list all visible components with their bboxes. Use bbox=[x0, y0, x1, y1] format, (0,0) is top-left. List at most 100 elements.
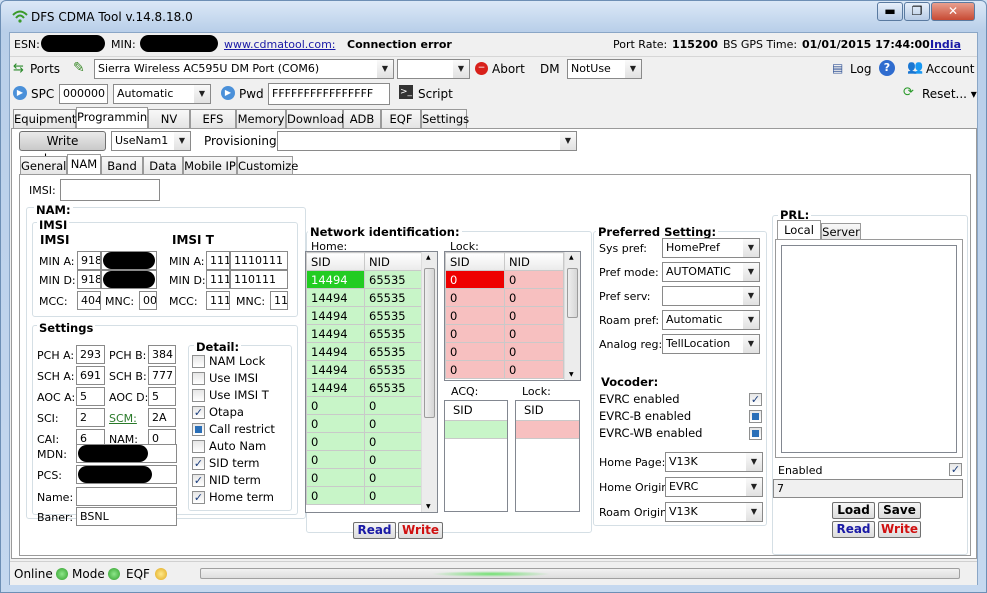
spc-input[interactable]: 000000 bbox=[59, 84, 108, 104]
home-sid-cell[interactable]: 0 bbox=[306, 450, 365, 469]
home-nid-cell[interactable]: 0 bbox=[364, 432, 422, 451]
port2-select[interactable]: ▼ bbox=[397, 59, 470, 79]
tab-prl-server[interactable]: Server bbox=[821, 223, 861, 240]
home-table-row[interactable]: 14494 65535 bbox=[306, 378, 422, 397]
home-nid-cell[interactable]: 0 bbox=[364, 468, 422, 487]
home-sid-cell[interactable]: 0 bbox=[306, 486, 365, 505]
home-table-row[interactable]: 00 bbox=[306, 396, 422, 415]
use-imsi-checkbox[interactable] bbox=[192, 372, 205, 385]
close-button[interactable]: ✕ bbox=[931, 2, 975, 21]
lock-table-row[interactable]: 00 bbox=[445, 306, 564, 325]
home-table-row[interactable]: 00 bbox=[306, 468, 422, 487]
home-nid-cell[interactable]: 65535 bbox=[364, 360, 422, 379]
prl-read-button[interactable]: Read bbox=[832, 521, 875, 538]
home-term-checkbox[interactable]: ✓ bbox=[192, 491, 205, 504]
acq-row[interactable] bbox=[445, 421, 507, 439]
home-sid-cell[interactable]: 0 bbox=[306, 414, 365, 433]
write-changes-button[interactable]: Write changes bbox=[19, 131, 106, 166]
dm-select[interactable]: NotUse ▼ bbox=[567, 59, 642, 79]
provisioning-select[interactable]: ▼ bbox=[277, 131, 577, 151]
home-nid-cell[interactable]: 0 bbox=[364, 450, 422, 469]
home-table-row[interactable]: 00 bbox=[306, 432, 422, 451]
nid-term-checkbox[interactable]: ✓ bbox=[192, 474, 205, 487]
sid-term-checkbox[interactable]: ✓ bbox=[192, 457, 205, 470]
t-min-d-input-2[interactable]: 110111 bbox=[230, 270, 288, 289]
account-button[interactable]: Account bbox=[926, 62, 974, 76]
home-sid-cell[interactable]: 14494 bbox=[306, 288, 365, 307]
lock-sid-cell[interactable]: 0 bbox=[445, 306, 505, 325]
lock-nid-cell[interactable]: 0 bbox=[504, 288, 564, 307]
home-table-row[interactable]: 00 bbox=[306, 486, 422, 505]
lock-nid-cell[interactable]: 0 bbox=[504, 270, 564, 289]
baner-input[interactable]: BSNL bbox=[76, 507, 177, 526]
pch-a-input[interactable]: 293 bbox=[76, 345, 105, 364]
pwd-input[interactable]: FFFFFFFFFFFFFFFF bbox=[268, 83, 390, 105]
pref-serv-select[interactable]: ▼ bbox=[662, 286, 760, 306]
lock-sid-cell[interactable]: 0 bbox=[445, 342, 505, 361]
scroll-down-icon[interactable]: ▼ bbox=[426, 503, 431, 510]
maximize-button[interactable]: ❐ bbox=[904, 2, 930, 21]
lock-table-row[interactable]: 00 bbox=[445, 324, 564, 343]
prl-value-field[interactable]: 7 bbox=[773, 479, 963, 498]
imsi-mcc-input[interactable]: 404 bbox=[77, 291, 101, 310]
home-table-row[interactable]: 14494 65535 bbox=[306, 270, 422, 289]
sch-b-input[interactable]: 777 bbox=[148, 366, 176, 385]
scm-input[interactable]: 2A bbox=[148, 408, 176, 427]
use-imsi-t-checkbox[interactable] bbox=[192, 389, 205, 402]
prl-save-button[interactable]: Save bbox=[878, 502, 921, 519]
home-sid-cell[interactable]: 0 bbox=[306, 432, 365, 451]
home-nid-cell[interactable]: 65535 bbox=[364, 270, 422, 289]
tab-adb[interactable]: ADB bbox=[343, 109, 381, 128]
reset-button[interactable]: Reset... ▾ bbox=[922, 87, 977, 101]
home-nid-cell[interactable]: 0 bbox=[364, 396, 422, 415]
home-scrollbar[interactable]: ▲ ▼ bbox=[421, 252, 437, 512]
network-read-button[interactable]: Read bbox=[353, 522, 396, 539]
subtab-nam[interactable]: NAM bbox=[67, 154, 101, 175]
evrc-b-enabled-checkbox[interactable] bbox=[749, 410, 762, 423]
lock-nid-cell[interactable]: 0 bbox=[504, 360, 564, 379]
roam-origin-select[interactable]: V13K ▼ bbox=[665, 502, 763, 522]
t-mcc-input[interactable]: 111 bbox=[206, 291, 230, 310]
tab-memory[interactable]: Memory bbox=[236, 109, 286, 128]
connect-icon[interactable]: ✎ bbox=[73, 60, 85, 76]
subtab-mobile-ip[interactable]: Mobile IP bbox=[183, 156, 237, 175]
region-link[interactable]: India bbox=[930, 38, 961, 51]
home-nid-cell[interactable]: 65535 bbox=[364, 306, 422, 325]
home-table-row[interactable]: 14494 65535 bbox=[306, 360, 422, 379]
tab-prl-local[interactable]: Local bbox=[777, 220, 821, 241]
lock-table-row[interactable]: 00 bbox=[445, 342, 564, 361]
help-icon[interactable]: ? bbox=[879, 60, 895, 76]
home-nid-cell[interactable]: 0 bbox=[364, 486, 422, 505]
lock-nid-cell[interactable]: 0 bbox=[504, 306, 564, 325]
home-table-row[interactable]: 00 bbox=[306, 414, 422, 433]
home-nid-cell[interactable]: 65535 bbox=[364, 324, 422, 343]
nam-select[interactable]: UseNam1 ▼ bbox=[111, 131, 191, 151]
home-origin-select[interactable]: EVRC ▼ bbox=[665, 477, 763, 497]
port-select[interactable]: Sierra Wireless AC595U DM Port (COM6) ▼ bbox=[94, 59, 394, 79]
tab-equipment[interactable]: Equipment bbox=[13, 109, 76, 128]
home-table-row[interactable]: 00 bbox=[306, 450, 422, 469]
tab-eqf[interactable]: EQF bbox=[381, 109, 421, 128]
lock-sid-cell[interactable]: 0 bbox=[445, 324, 505, 343]
prl-load-button[interactable]: Load bbox=[832, 502, 875, 519]
t-mnc-input[interactable]: 11 bbox=[270, 291, 288, 310]
home-nid-cell[interactable]: 65535 bbox=[364, 378, 422, 397]
subtab-customize[interactable]: Customize bbox=[237, 156, 298, 175]
lock-scroll-thumb[interactable] bbox=[567, 268, 578, 318]
home-sid-cell[interactable]: 0 bbox=[306, 468, 365, 487]
scroll-down-icon[interactable]: ▼ bbox=[569, 371, 574, 378]
minimize-button[interactable]: ▬ bbox=[877, 2, 903, 21]
sch-a-input[interactable]: 691 bbox=[76, 366, 105, 385]
home-sid-cell[interactable]: 14494 bbox=[306, 270, 365, 289]
home-nid-cell[interactable]: 65535 bbox=[364, 288, 422, 307]
subtab-band[interactable]: Band bbox=[101, 156, 143, 175]
home-sid-cell[interactable]: 14494 bbox=[306, 306, 365, 325]
home-table-row[interactable]: 14494 65535 bbox=[306, 288, 422, 307]
scroll-up-icon[interactable]: ▲ bbox=[426, 254, 431, 261]
t-min-a-input-2[interactable]: 1110111 bbox=[230, 251, 288, 270]
tab-download[interactable]: Download bbox=[286, 109, 344, 128]
pch-b-input[interactable]: 384 bbox=[148, 345, 176, 364]
log-button[interactable]: Log bbox=[850, 62, 871, 76]
prl-list[interactable] bbox=[781, 245, 957, 453]
lock-table-row[interactable]: 00 bbox=[445, 270, 564, 289]
